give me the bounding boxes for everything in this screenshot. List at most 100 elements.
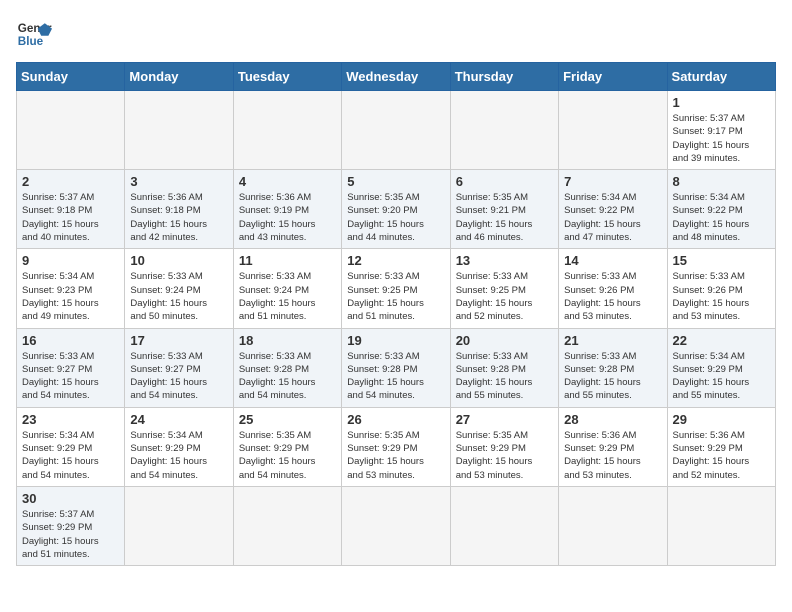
day-info: Sunrise: 5:37 AM Sunset: 9:18 PM Dayligh… <box>22 191 119 244</box>
calendar-cell: 16 Sunrise: 5:33 AM Sunset: 9:27 PM Dayli… <box>17 328 125 407</box>
calendar-cell: 30 Sunrise: 5:37 AM Sunset: 9:29 PM Dayli… <box>17 486 125 565</box>
day-info: Sunrise: 5:36 AM Sunset: 9:29 PM Dayligh… <box>673 429 770 482</box>
day-info: Sunrise: 5:34 AM Sunset: 9:29 PM Dayligh… <box>22 429 119 482</box>
day-info: Sunrise: 5:34 AM Sunset: 9:23 PM Dayligh… <box>22 270 119 323</box>
calendar-cell: 22 Sunrise: 5:34 AM Sunset: 9:29 PM Dayli… <box>667 328 775 407</box>
calendar-cell: 13 Sunrise: 5:33 AM Sunset: 9:25 PM Dayli… <box>450 249 558 328</box>
svg-text:Blue: Blue <box>18 35 44 48</box>
calendar-week-row: 2Sunrise: 5:37 AM Sunset: 9:18 PM Daylig… <box>17 170 776 249</box>
calendar-week-row: 23Sunrise: 5:34 AM Sunset: 9:29 PM Dayli… <box>17 407 776 486</box>
calendar-cell <box>342 91 450 170</box>
day-info: Sunrise: 5:34 AM Sunset: 9:29 PM Dayligh… <box>130 429 227 482</box>
day-number: 27 <box>456 412 553 427</box>
calendar-cell <box>667 486 775 565</box>
weekday-header-saturday: Saturday <box>667 63 775 91</box>
day-info: Sunrise: 5:34 AM Sunset: 9:22 PM Dayligh… <box>564 191 661 244</box>
day-info: Sunrise: 5:33 AM Sunset: 9:27 PM Dayligh… <box>130 350 227 403</box>
day-info: Sunrise: 5:33 AM Sunset: 9:28 PM Dayligh… <box>564 350 661 403</box>
day-info: Sunrise: 5:37 AM Sunset: 9:29 PM Dayligh… <box>22 508 119 561</box>
day-info: Sunrise: 5:33 AM Sunset: 9:26 PM Dayligh… <box>564 270 661 323</box>
day-number: 10 <box>130 253 227 268</box>
day-number: 21 <box>564 333 661 348</box>
day-number: 17 <box>130 333 227 348</box>
day-info: Sunrise: 5:35 AM Sunset: 9:29 PM Dayligh… <box>239 429 336 482</box>
weekday-header-tuesday: Tuesday <box>233 63 341 91</box>
calendar-cell: 23Sunrise: 5:34 AM Sunset: 9:29 PM Dayli… <box>17 407 125 486</box>
calendar-cell: 19 Sunrise: 5:33 AM Sunset: 9:28 PM Dayli… <box>342 328 450 407</box>
day-info: Sunrise: 5:33 AM Sunset: 9:25 PM Dayligh… <box>456 270 553 323</box>
calendar-cell: 29 Sunrise: 5:36 AM Sunset: 9:29 PM Dayli… <box>667 407 775 486</box>
day-number: 19 <box>347 333 444 348</box>
calendar-cell <box>342 486 450 565</box>
calendar-week-row: 30 Sunrise: 5:37 AM Sunset: 9:29 PM Dayli… <box>17 486 776 565</box>
day-number: 1 <box>673 95 770 110</box>
weekday-header-row: SundayMondayTuesdayWednesdayThursdayFrid… <box>17 63 776 91</box>
day-number: 16 <box>22 333 119 348</box>
day-number: 13 <box>456 253 553 268</box>
calendar-cell: 5 Sunrise: 5:35 AM Sunset: 9:20 PM Daylig… <box>342 170 450 249</box>
calendar-cell <box>559 486 667 565</box>
day-number: 22 <box>673 333 770 348</box>
calendar-cell: 4 Sunrise: 5:36 AM Sunset: 9:19 PM Daylig… <box>233 170 341 249</box>
calendar-cell: 26 Sunrise: 5:35 AM Sunset: 9:29 PM Dayli… <box>342 407 450 486</box>
day-number: 15 <box>673 253 770 268</box>
day-info: Sunrise: 5:33 AM Sunset: 9:24 PM Dayligh… <box>239 270 336 323</box>
day-info: Sunrise: 5:35 AM Sunset: 9:29 PM Dayligh… <box>347 429 444 482</box>
calendar-cell: 15 Sunrise: 5:33 AM Sunset: 9:26 PM Dayli… <box>667 249 775 328</box>
day-number: 9 <box>22 253 119 268</box>
day-number: 6 <box>456 174 553 189</box>
day-info: Sunrise: 5:35 AM Sunset: 9:20 PM Dayligh… <box>347 191 444 244</box>
general-blue-logo-icon: General Blue <box>16 16 52 52</box>
calendar-cell: 11 Sunrise: 5:33 AM Sunset: 9:24 PM Dayli… <box>233 249 341 328</box>
calendar-cell <box>17 91 125 170</box>
calendar-cell <box>450 91 558 170</box>
calendar-cell <box>125 91 233 170</box>
day-number: 25 <box>239 412 336 427</box>
calendar-cell: 8Sunrise: 5:34 AM Sunset: 9:22 PM Daylig… <box>667 170 775 249</box>
calendar-cell: 25 Sunrise: 5:35 AM Sunset: 9:29 PM Dayli… <box>233 407 341 486</box>
day-number: 14 <box>564 253 661 268</box>
day-info: Sunrise: 5:37 AM Sunset: 9:17 PM Dayligh… <box>673 112 770 165</box>
calendar-cell <box>559 91 667 170</box>
day-info: Sunrise: 5:34 AM Sunset: 9:29 PM Dayligh… <box>673 350 770 403</box>
day-info: Sunrise: 5:33 AM Sunset: 9:25 PM Dayligh… <box>347 270 444 323</box>
weekday-header-monday: Monday <box>125 63 233 91</box>
day-info: Sunrise: 5:36 AM Sunset: 9:19 PM Dayligh… <box>239 191 336 244</box>
calendar-cell <box>233 91 341 170</box>
calendar-cell: 1 Sunrise: 5:37 AM Sunset: 9:17 PM Daylig… <box>667 91 775 170</box>
day-number: 30 <box>22 491 119 506</box>
weekday-header-thursday: Thursday <box>450 63 558 91</box>
day-number: 26 <box>347 412 444 427</box>
day-number: 18 <box>239 333 336 348</box>
day-info: Sunrise: 5:33 AM Sunset: 9:28 PM Dayligh… <box>456 350 553 403</box>
day-info: Sunrise: 5:33 AM Sunset: 9:26 PM Dayligh… <box>673 270 770 323</box>
calendar-cell: 12Sunrise: 5:33 AM Sunset: 9:25 PM Dayli… <box>342 249 450 328</box>
calendar-cell: 9 Sunrise: 5:34 AM Sunset: 9:23 PM Daylig… <box>17 249 125 328</box>
weekday-header-wednesday: Wednesday <box>342 63 450 91</box>
calendar-cell: 21 Sunrise: 5:33 AM Sunset: 9:28 PM Dayli… <box>559 328 667 407</box>
day-info: Sunrise: 5:36 AM Sunset: 9:29 PM Dayligh… <box>564 429 661 482</box>
day-number: 11 <box>239 253 336 268</box>
calendar-cell: 20Sunrise: 5:33 AM Sunset: 9:28 PM Dayli… <box>450 328 558 407</box>
weekday-header-friday: Friday <box>559 63 667 91</box>
day-info: Sunrise: 5:34 AM Sunset: 9:22 PM Dayligh… <box>673 191 770 244</box>
day-info: Sunrise: 5:36 AM Sunset: 9:18 PM Dayligh… <box>130 191 227 244</box>
calendar-cell: 18Sunrise: 5:33 AM Sunset: 9:28 PM Dayli… <box>233 328 341 407</box>
calendar-cell: 14 Sunrise: 5:33 AM Sunset: 9:26 PM Dayli… <box>559 249 667 328</box>
calendar-cell <box>125 486 233 565</box>
calendar-cell <box>233 486 341 565</box>
weekday-header-sunday: Sunday <box>17 63 125 91</box>
day-number: 29 <box>673 412 770 427</box>
day-number: 28 <box>564 412 661 427</box>
day-info: Sunrise: 5:35 AM Sunset: 9:21 PM Dayligh… <box>456 191 553 244</box>
calendar-cell: 7 Sunrise: 5:34 AM Sunset: 9:22 PM Daylig… <box>559 170 667 249</box>
calendar-cell <box>450 486 558 565</box>
day-number: 7 <box>564 174 661 189</box>
day-number: 24 <box>130 412 227 427</box>
day-info: Sunrise: 5:33 AM Sunset: 9:27 PM Dayligh… <box>22 350 119 403</box>
calendar-cell: 28 Sunrise: 5:36 AM Sunset: 9:29 PM Dayli… <box>559 407 667 486</box>
day-info: Sunrise: 5:33 AM Sunset: 9:28 PM Dayligh… <box>347 350 444 403</box>
day-number: 5 <box>347 174 444 189</box>
day-number: 3 <box>130 174 227 189</box>
day-number: 4 <box>239 174 336 189</box>
